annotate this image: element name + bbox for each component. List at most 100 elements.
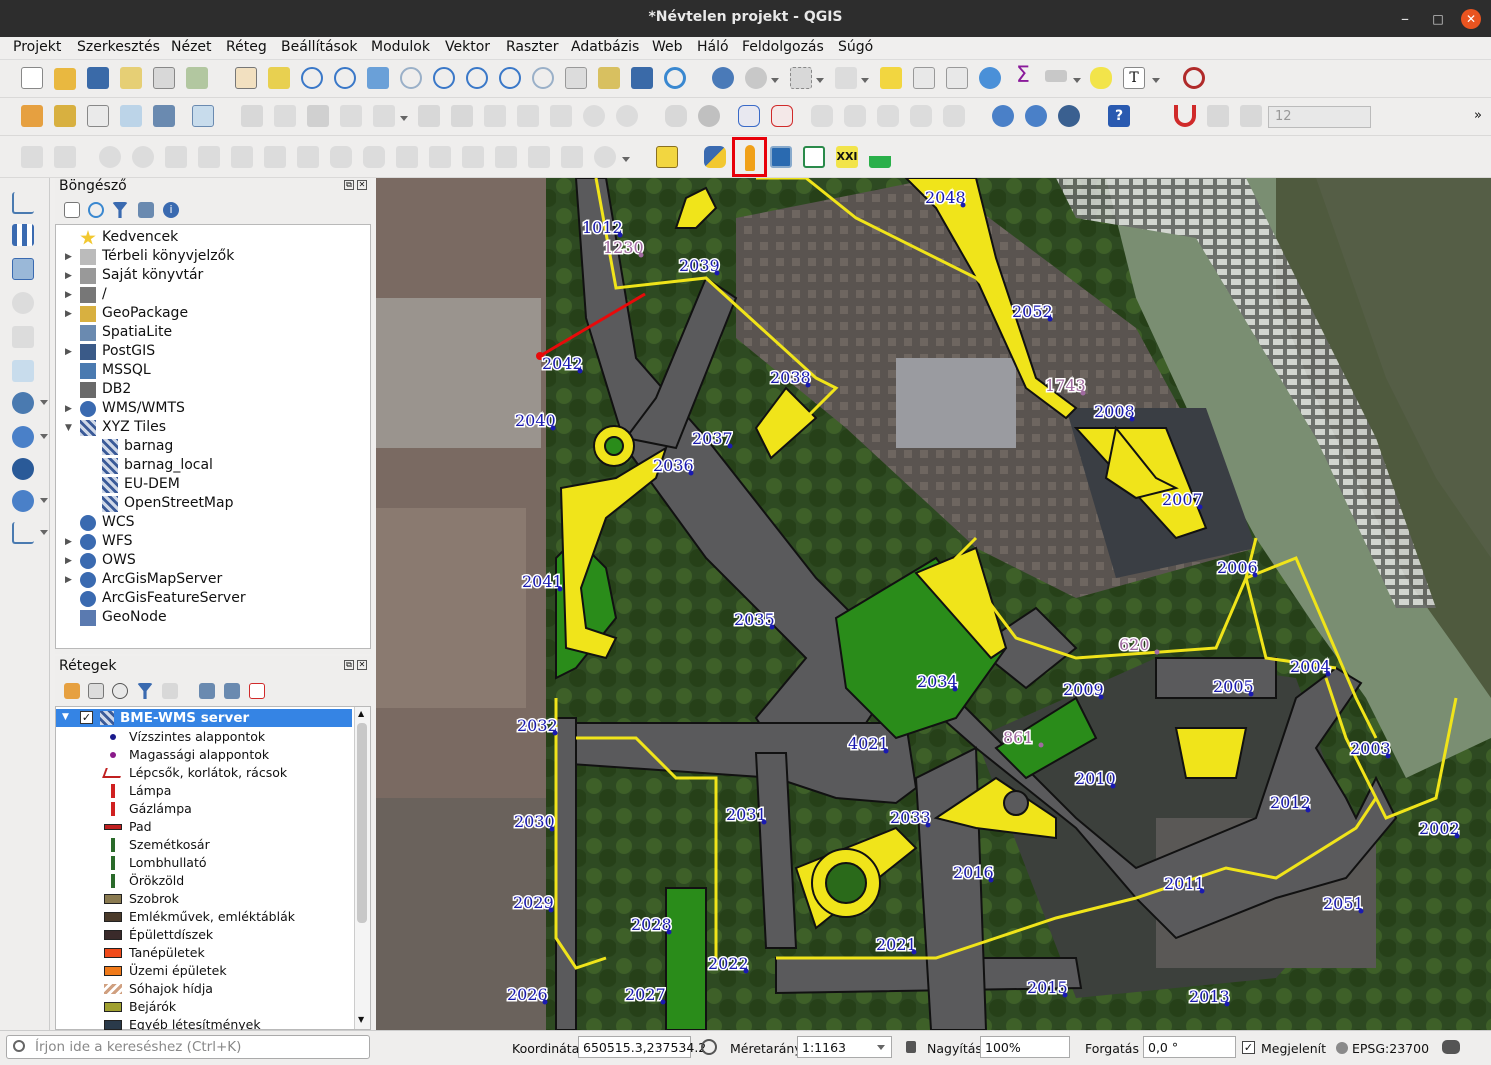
chevron-down-icon[interactable] — [40, 434, 48, 439]
metasearch-icon[interactable] — [1058, 105, 1080, 127]
close-panel-icon[interactable]: ✕ — [357, 660, 367, 670]
browser-item[interactable]: barnag — [124, 438, 173, 454]
collapse-all-layers-icon[interactable] — [224, 683, 240, 699]
browser-item[interactable]: SpatiaLite — [102, 324, 172, 340]
attribute-table-icon[interactable] — [913, 67, 935, 89]
toggle-editing-icon[interactable] — [274, 105, 296, 127]
float-panel-icon[interactable]: ⧉ — [344, 660, 354, 670]
save-project-icon[interactable] — [87, 67, 109, 89]
filter-browser-icon[interactable] — [112, 202, 128, 218]
layer-manager-icon[interactable] — [21, 105, 43, 127]
terrain-profile-icon[interactable] — [869, 146, 891, 168]
menu-vektor[interactable]: Vektor — [445, 39, 490, 55]
xxi-plugin-icon[interactable]: XXI — [836, 146, 858, 168]
layout-manager-icon[interactable] — [153, 67, 175, 89]
zoom-full-icon[interactable] — [367, 67, 389, 89]
redo-icon[interactable] — [616, 105, 638, 127]
move-label-icon[interactable] — [877, 105, 899, 127]
filter-expression-icon[interactable] — [162, 683, 178, 699]
browser-item[interactable]: PostGIS — [102, 343, 155, 359]
expand-arrow-icon[interactable]: ▶ — [65, 404, 72, 414]
browser-item[interactable]: DB2 — [102, 381, 131, 397]
label-icon[interactable] — [665, 105, 687, 127]
add-raster-layer-icon[interactable] — [12, 224, 34, 246]
snapping-magnet-icon[interactable] — [1174, 105, 1196, 127]
chevron-down-icon[interactable] — [622, 157, 630, 162]
offset-point-icon[interactable] — [495, 146, 517, 168]
identify-icon[interactable] — [712, 67, 734, 89]
paste-features-icon[interactable] — [550, 105, 572, 127]
browser-item[interactable]: GeoPackage — [102, 305, 188, 321]
add-wfs-layer-icon[interactable] — [12, 490, 34, 512]
digitize-icon[interactable] — [21, 146, 43, 168]
chevron-down-icon[interactable] — [40, 498, 48, 503]
rotate-feature-icon[interactable] — [594, 146, 616, 168]
diagram-icon[interactable] — [698, 105, 720, 127]
collapse-all-icon[interactable] — [138, 202, 154, 218]
layer-group-row[interactable]: ▼ ✓ BME-WMS server — [56, 709, 352, 727]
snapping-tolerance-input[interactable]: 12 — [1268, 106, 1371, 128]
open-project-icon[interactable] — [54, 68, 76, 90]
expand-arrow-icon[interactable]: ▶ — [65, 537, 72, 547]
new-spatialite-icon[interactable] — [153, 105, 175, 127]
add-group-icon[interactable] — [88, 683, 104, 699]
manage-themes-icon[interactable] — [112, 683, 128, 699]
save-edits-icon[interactable] — [307, 105, 329, 127]
add-vector-tile-icon[interactable] — [12, 522, 34, 544]
pan-icon[interactable] — [235, 67, 257, 89]
actions-icon[interactable] — [745, 67, 767, 89]
snapping-mode-icon[interactable] — [1207, 105, 1229, 127]
browser-item[interactable]: Térbeli könyvjelzők — [102, 248, 234, 264]
field-calculator-icon[interactable] — [946, 67, 968, 89]
map-render[interactable]: 1012 2039 2042 2038 2040 2037 2036 2041 2035 2034… — [376, 178, 1491, 1030]
zoom-next-icon[interactable] — [532, 67, 554, 89]
add-virtual-layer-icon[interactable] — [12, 360, 34, 382]
locator-search-input[interactable]: Írjon ide a kereséshez (Ctrl+K) — [6, 1035, 370, 1059]
filter-legend-icon[interactable] — [137, 683, 153, 699]
cut-features-icon[interactable] — [484, 105, 506, 127]
new-bookmark-icon[interactable] — [598, 67, 620, 89]
close-icon[interactable]: ✕ — [1461, 9, 1481, 29]
reshape-icon[interactable] — [231, 146, 253, 168]
refresh-icon[interactable] — [664, 67, 686, 89]
toolbar-overflow-icon[interactable]: » — [1474, 108, 1482, 123]
chevron-down-icon[interactable] — [816, 78, 824, 83]
merge-attributes-icon[interactable] — [429, 146, 451, 168]
browser-item[interactable]: WFS — [102, 533, 133, 549]
browser-item[interactable]: XYZ Tiles — [102, 419, 166, 435]
processing-toolbox-icon[interactable] — [979, 67, 1001, 89]
browser-item[interactable]: Saját könyvtár — [102, 267, 203, 283]
menu-nezet[interactable]: Nézet — [171, 39, 212, 55]
zoom-native-icon[interactable] — [466, 67, 488, 89]
fill-ring-icon[interactable] — [132, 146, 154, 168]
menu-beallitasok[interactable]: Beállítások — [281, 39, 358, 55]
browser-item[interactable]: WCS — [102, 514, 135, 530]
expand-arrow-icon[interactable]: ▶ — [65, 347, 72, 357]
browser-item[interactable]: OpenStreetMap — [124, 495, 233, 511]
deselect-icon[interactable] — [880, 67, 902, 89]
messages-icon[interactable] — [1442, 1040, 1460, 1054]
expand-arrow-icon[interactable]: ▼ — [65, 423, 72, 433]
expand-arrow-icon[interactable]: ▶ — [65, 575, 72, 585]
add-wfs-icon[interactable] — [1025, 105, 1047, 127]
add-wms-icon[interactable] — [992, 105, 1014, 127]
scrollbar-thumb[interactable] — [357, 723, 367, 923]
reverse-line-icon[interactable] — [297, 146, 319, 168]
chevron-down-icon[interactable] — [40, 530, 48, 535]
rotate-symbols-icon[interactable] — [462, 146, 484, 168]
new-temp-layer-icon[interactable] — [120, 105, 142, 127]
layer-tree-scrollbar[interactable]: ▲ ▼ — [354, 707, 370, 1029]
info-icon[interactable]: i — [163, 202, 179, 218]
new-map-view-icon[interactable] — [565, 67, 587, 89]
virtual-layer-icon[interactable] — [192, 105, 214, 127]
close-panel-icon[interactable]: ✕ — [357, 180, 367, 190]
delete-part-icon[interactable] — [198, 146, 220, 168]
browser-item[interactable]: OWS — [102, 552, 136, 568]
add-feature-icon[interactable] — [340, 105, 362, 127]
layer-styling-icon[interactable] — [64, 683, 80, 699]
map-swipe-icon[interactable] — [770, 146, 792, 168]
python-console-icon[interactable] — [704, 146, 726, 168]
add-selected-layers-icon[interactable] — [64, 202, 80, 218]
copy-features-icon[interactable] — [517, 105, 539, 127]
new-shapefile-icon[interactable] — [87, 105, 109, 127]
